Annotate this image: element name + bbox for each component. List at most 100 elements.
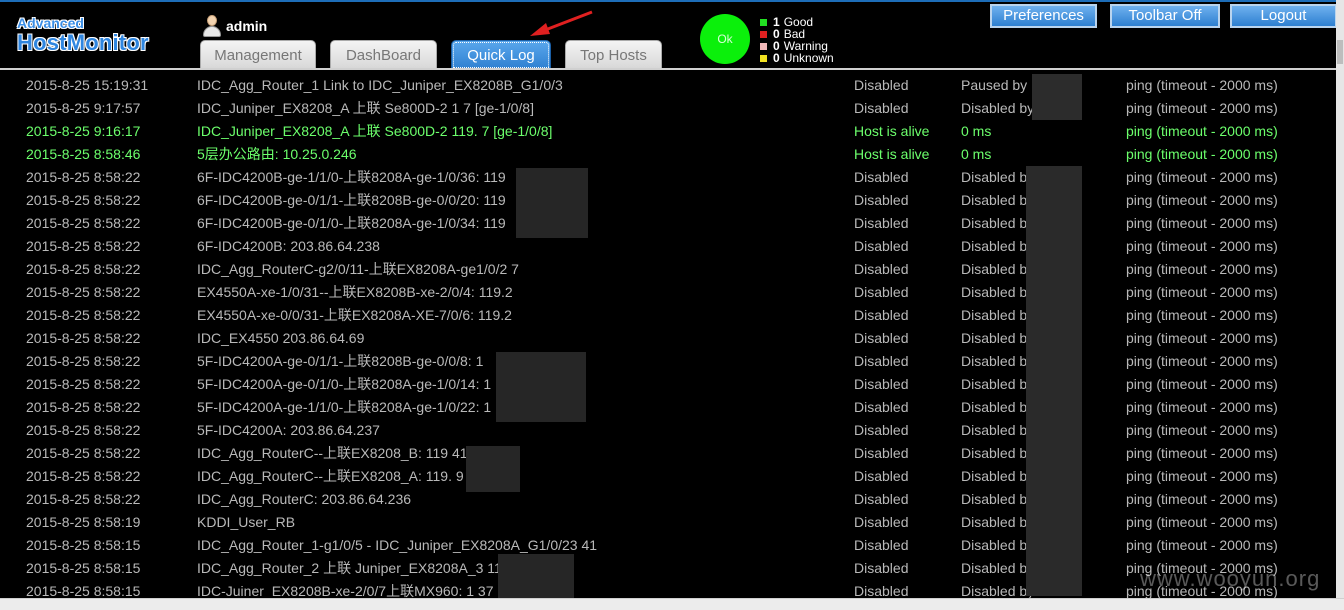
- logo-advanced-text: Advanced: [17, 15, 84, 31]
- log-status: Disabled: [854, 353, 909, 369]
- log-test-method: ping (timeout - 2000 ms): [1126, 123, 1278, 139]
- log-row[interactable]: 2015-8-25 9:16:17 IDC_Juniper_EX8208_A 上联…: [0, 120, 1336, 143]
- log-row[interactable]: 2015-8-25 8:58:22 IDC_Agg_RouterC: 203.86…: [0, 488, 1336, 511]
- log-time: 2015-8-25 8:58:15: [26, 537, 141, 553]
- tab-dashboard[interactable]: DashBoard: [330, 40, 437, 70]
- toolbar: Advanced HostMonitor admin Management Da…: [0, 0, 1344, 70]
- log-host-name: IDC_Juniper_EX8208_A 上联 Se800D-2 1 7 [ge…: [197, 100, 534, 116]
- log-status: Disabled: [854, 215, 909, 231]
- log-row[interactable]: 2015-8-25 8:58:22 6F-IDC4200B-ge-1/1/0-上联…: [0, 166, 1336, 189]
- log-test-method: ping (timeout - 2000 ms): [1126, 100, 1278, 116]
- overall-status-indicator: Ok: [700, 14, 750, 64]
- log-host-name: EX4550A-xe-1/0/31--上联EX8208B-xe-2/0/4: 1…: [197, 284, 513, 300]
- log-row[interactable]: 2015-8-25 8:58:46 5层办公路由: 10.25.0.246 Host…: [0, 143, 1336, 166]
- log-host-name: IDC_Agg_Router_1 Link to IDC_Juniper_EX8…: [197, 77, 563, 93]
- preferences-button[interactable]: Preferences: [990, 4, 1097, 28]
- log-row[interactable]: 2015-8-25 8:58:22 6F-IDC4200B: 203.86.64.…: [0, 235, 1336, 258]
- hostmonitor-web-page: Advanced HostMonitor admin Management Da…: [0, 0, 1344, 610]
- log-row[interactable]: 2015-8-25 8:58:22 IDC_Agg_RouterC--上联EX82…: [0, 442, 1336, 465]
- log-row[interactable]: 2015-8-25 9:17:57 IDC_Juniper_EX8208_A 上联…: [0, 97, 1336, 120]
- log-test-method: ping (timeout - 2000 ms): [1126, 215, 1278, 231]
- log-status: Disabled: [854, 537, 909, 553]
- toolbar-off-button[interactable]: Toolbar Off: [1110, 4, 1220, 28]
- log-test-method: ping (timeout - 2000 ms): [1126, 514, 1278, 530]
- log-status: Disabled: [854, 583, 909, 598]
- unknown-square-icon: [760, 54, 767, 62]
- log-test-method: ping (timeout - 2000 ms): [1126, 399, 1278, 415]
- log-row[interactable]: 2015-8-25 8:58:22 5F-IDC4200A-ge-1/1/0-上联…: [0, 396, 1336, 419]
- log-row[interactable]: 2015-8-25 8:58:15 IDC_Agg_Router_2 上联 Jun…: [0, 557, 1336, 580]
- log-test-method: ping (timeout - 2000 ms): [1126, 376, 1278, 392]
- log-row[interactable]: 2015-8-25 8:58:22 IDC_Agg_RouterC--上联EX82…: [0, 465, 1336, 488]
- tab-top-hosts[interactable]: Top Hosts: [565, 40, 662, 70]
- log-time: 2015-8-25 9:16:17: [26, 123, 141, 139]
- log-row[interactable]: 2015-8-25 8:58:22 5F-IDC4200A: 203.86.64.…: [0, 419, 1336, 442]
- status-unknown: 0 Unknown: [760, 52, 834, 64]
- log-time: 2015-8-25 8:58:22: [26, 307, 141, 323]
- log-status: Disabled: [854, 376, 909, 392]
- log-status: Disabled: [854, 261, 909, 277]
- log-row[interactable]: 2015-8-25 8:58:22 EX4550A-xe-1/0/31--上联EX…: [0, 281, 1336, 304]
- log-time: 2015-8-25 8:58:19: [26, 514, 141, 530]
- log-status: Disabled: [854, 514, 909, 530]
- log-time: 2015-8-25 8:58:22: [26, 330, 141, 346]
- log-test-method: ping (timeout - 2000 ms): [1126, 192, 1278, 208]
- warning-square-icon: [760, 42, 767, 50]
- log-row[interactable]: 2015-8-25 8:58:22 5F-IDC4200A-ge-0/1/0-上联…: [0, 373, 1336, 396]
- log-time: 2015-8-25 8:58:15: [26, 583, 141, 598]
- log-host-name: 6F-IDC4200B: 203.86.64.238: [197, 238, 380, 254]
- log-time: 2015-8-25 8:58:22: [26, 376, 141, 392]
- vertical-scrollbar[interactable]: [1336, 0, 1344, 610]
- log-test-method: ping (timeout - 2000 ms): [1126, 491, 1278, 507]
- log-time: 2015-8-25 8:58:22: [26, 192, 141, 208]
- log-status: Host is alive: [854, 123, 930, 139]
- log-host-name: IDC_Agg_RouterC: 203.86.64.236: [197, 491, 412, 507]
- log-reply: 0 ms: [961, 123, 992, 139]
- log-row[interactable]: 2015-8-25 8:58:15 IDC_Agg_Router_1-g1/0/5…: [0, 534, 1336, 557]
- log-row[interactable]: 2015-8-25 8:58:19 KDDI_User_RB Disabled Dis…: [0, 511, 1336, 534]
- log-status: Disabled: [854, 77, 909, 93]
- log-time: 2015-8-25 8:58:22: [26, 169, 141, 185]
- log-test-method: ping (timeout - 2000 ms): [1126, 77, 1278, 93]
- log-row[interactable]: 2015-8-25 8:58:22 6F-IDC4200B-ge-0/1/1-上联…: [0, 189, 1336, 212]
- log-row[interactable]: 2015-8-25 8:58:22 IDC_EX4550 203.86.64.69…: [0, 327, 1336, 350]
- horizontal-scrollbar[interactable]: [0, 598, 1344, 610]
- red-arrow-annotation-icon: [530, 10, 593, 36]
- log-reply: 0 ms: [961, 146, 992, 162]
- log-test-method: ping (timeout - 2000 ms): [1126, 422, 1278, 438]
- logo-hostmonitor-text: HostMonitor: [17, 30, 149, 55]
- log-test-method: ping (timeout - 2000 ms): [1126, 468, 1278, 484]
- tab-quick-log[interactable]: Quick Log: [451, 40, 551, 70]
- logout-button[interactable]: Logout: [1230, 4, 1337, 28]
- log-time: 2015-8-25 8:58:22: [26, 353, 141, 369]
- user-icon: [202, 15, 222, 37]
- redaction-block: [516, 168, 588, 238]
- user-name: admin: [226, 18, 268, 34]
- log-row[interactable]: 2015-8-25 8:58:22 IDC_Agg_RouterC-g2/0/11…: [0, 258, 1336, 281]
- log-host-name: IDC_Agg_RouterC--上联EX8208_B: 119 41: [197, 445, 468, 461]
- current-user: admin: [202, 14, 267, 38]
- log-test-method: ping (timeout - 2000 ms): [1126, 146, 1278, 162]
- log-row[interactable]: 2015-8-25 15:19:31 IDC_Agg_Router_1 Link …: [0, 74, 1336, 97]
- log-time: 2015-8-25 8:58:15: [26, 560, 141, 576]
- log-status: Disabled: [854, 422, 909, 438]
- log-row[interactable]: 2015-8-25 8:58:22 EX4550A-xe-0/0/31-上联EX8…: [0, 304, 1336, 327]
- log-status: Disabled: [854, 284, 909, 300]
- log-time: 2015-8-25 8:58:22: [26, 468, 141, 484]
- redaction-block: [496, 352, 586, 422]
- tab-management[interactable]: Management: [200, 40, 316, 70]
- log-row[interactable]: 2015-8-25 8:58:22 5F-IDC4200A-ge-0/1/1-上联…: [0, 350, 1336, 373]
- log-row[interactable]: 2015-8-25 8:58:22 6F-IDC4200B-ge-0/1/0-上联…: [0, 212, 1336, 235]
- scrollbar-thumb[interactable]: [1337, 40, 1343, 64]
- watermark-text: www.wooyun.org: [1140, 566, 1321, 591]
- log-row[interactable]: 2015-8-25 8:58:15 IDC-Juiner_EX8208B-xe-2…: [0, 580, 1336, 598]
- status-summary: 1 Good 0 Bad 0 Warning 0 Unknown: [760, 16, 834, 64]
- log-host-name: KDDI_User_RB: [197, 514, 296, 530]
- log-time: 2015-8-25 8:58:22: [26, 445, 141, 461]
- log-time: 2015-8-25 15:19:31: [26, 77, 149, 93]
- bad-square-icon: [760, 30, 767, 38]
- log-host-name: 5F-IDC4200A: 203.86.64.237: [197, 422, 380, 438]
- log-time: 2015-8-25 8:58:22: [26, 422, 141, 438]
- redaction-block: [1032, 74, 1082, 120]
- log-test-method: ping (timeout - 2000 ms): [1126, 330, 1278, 346]
